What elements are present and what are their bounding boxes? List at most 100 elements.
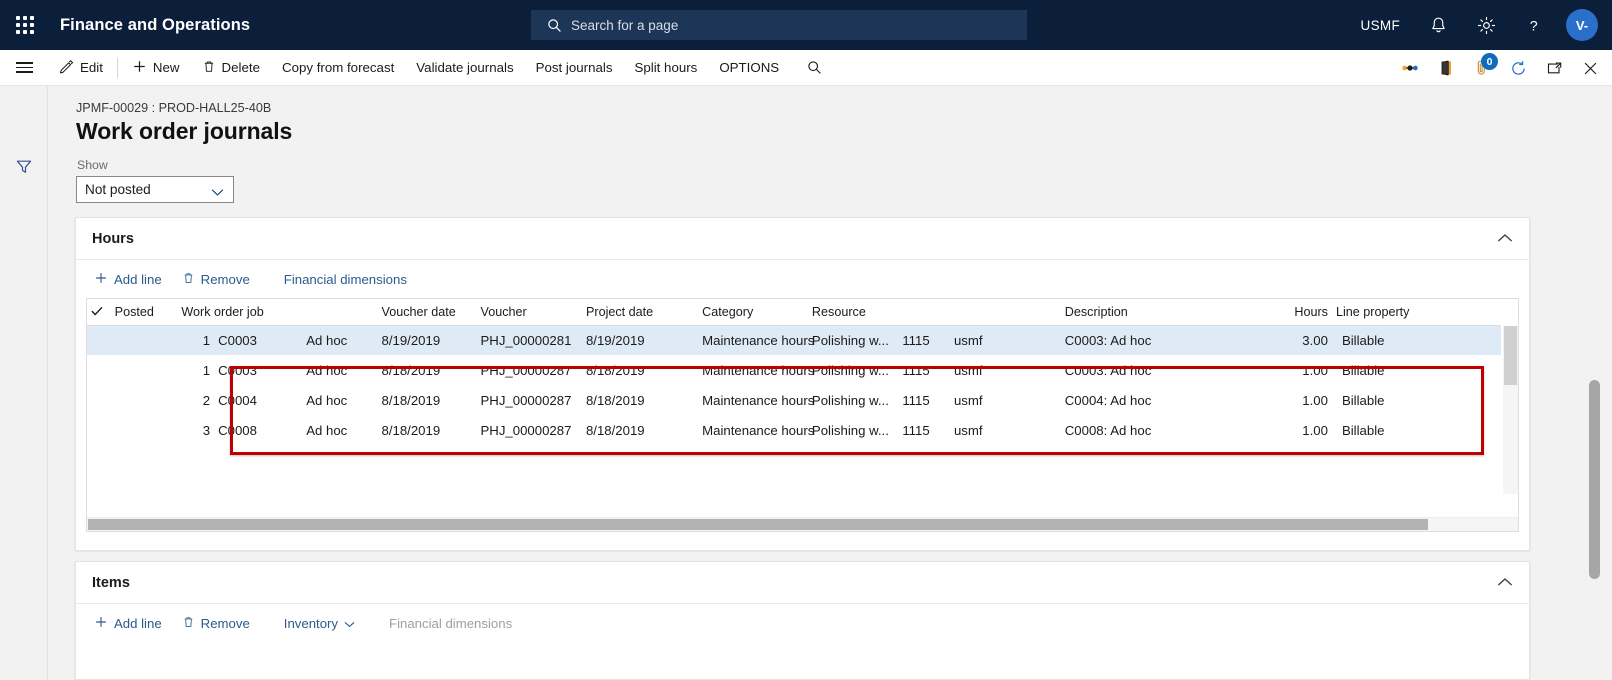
row-1-hours[interactable]: 1.00 [1272,355,1332,385]
row-1-work-order-job[interactable]: C0003 [216,355,302,385]
hours-add-line-button[interactable]: Add line [84,264,172,294]
header-project-date[interactable]: Project date [581,299,699,326]
row-0-category[interactable]: Maintenance hours [698,325,814,355]
header-select-all-check[interactable] [87,299,111,326]
header-work-order-job[interactable]: Work order job [177,299,303,326]
header-voucher[interactable]: Voucher [476,299,582,326]
row-3-voucher-date[interactable]: 8/18/2019 [378,415,477,445]
row-0-project-date[interactable]: 8/19/2019 [581,325,699,355]
header-hours[interactable]: Hours [1271,299,1332,326]
global-search-box[interactable]: Search for a page [531,10,1027,40]
items-add-line-button[interactable]: Add line [84,608,172,638]
row-1-project-date[interactable]: 8/18/2019 [582,355,698,385]
row-3-category[interactable]: Maintenance hours [698,415,814,445]
filter-funnel-icon[interactable] [0,144,48,190]
app-launcher-icon[interactable] [0,0,50,50]
row-2-voucher[interactable]: PHJ_00000287 [477,385,582,415]
post-journals-button[interactable]: Post journals [525,50,624,86]
fasttab-items-header[interactable]: Items [76,562,1529,604]
table-row[interactable]: 1 C0003 Ad hoc 8/18/2019 PHJ_00000287 8/… [87,355,1501,385]
row-0-legal-entity[interactable]: usmf [949,325,1061,355]
hours-financial-dimensions-button[interactable]: Financial dimensions [274,264,417,294]
hamburger-menu-icon[interactable] [0,50,48,86]
row-2-line-property[interactable]: Billable [1332,385,1501,415]
hours-grid-vscroll-thumb[interactable] [1504,326,1517,385]
options-tab-button[interactable]: OPTIONS [708,50,790,86]
company-selector[interactable]: USMF [1347,0,1414,50]
row-3-select[interactable] [87,415,111,445]
row-3-job-type[interactable]: Ad hoc [302,415,377,445]
hours-grid-hscroll-thumb[interactable] [88,519,1428,530]
page-vscroll-thumb[interactable] [1589,380,1600,579]
open-in-office-icon[interactable] [1428,50,1464,86]
bell-icon[interactable] [1414,0,1462,50]
row-2-legal-entity[interactable]: usmf [950,385,1061,415]
row-2-description[interactable]: C0004: Ad hoc [1061,385,1272,415]
table-row[interactable]: 2 C0004 Ad hoc 8/18/2019 PHJ_00000287 8/… [87,385,1501,415]
row-0-voucher-date[interactable]: 8/19/2019 [377,325,477,355]
split-hours-button[interactable]: Split hours [624,50,709,86]
refresh-icon[interactable] [1500,50,1536,86]
row-3-resource-id[interactable]: 1115 [898,415,950,445]
row-0-resource-id[interactable]: 1115 [898,325,950,355]
page-vertical-scrollbar[interactable] [1589,182,1600,680]
user-avatar[interactable]: V- [1566,9,1598,41]
items-inventory-menu-button[interactable]: Inventory [274,608,365,638]
table-row[interactable]: 3 C0008 Ad hoc 8/18/2019 PHJ_00000287 8/… [87,415,1501,445]
row-3-description[interactable]: C0008: Ad hoc [1061,415,1272,445]
gear-icon[interactable] [1462,0,1510,50]
row-2-project-date[interactable]: 8/18/2019 [582,385,698,415]
row-2-hours[interactable]: 1.00 [1272,385,1332,415]
show-filter-select[interactable]: Not posted [76,176,234,203]
row-0-voucher[interactable]: PHJ_00000281 [476,325,582,355]
chevron-up-icon[interactable] [1497,574,1513,592]
hours-remove-button[interactable]: Remove [172,264,260,294]
row-1-voucher[interactable]: PHJ_00000287 [477,355,582,385]
row-1-category[interactable]: Maintenance hours [698,355,814,385]
fasttab-hours-header[interactable]: Hours [76,218,1529,260]
row-2-select[interactable] [87,385,111,415]
header-line-property[interactable]: Line property [1331,299,1501,326]
delete-button[interactable]: Delete [191,50,271,86]
attachments-icon[interactable]: 0 [1464,50,1500,86]
action-pane-search-icon[interactable] [796,50,832,86]
row-1-resource[interactable]: Polishing w... [808,355,898,385]
copy-from-forecast-button[interactable]: Copy from forecast [271,50,405,86]
row-0-job-type[interactable]: Ad hoc [302,325,378,355]
edit-button[interactable]: Edit [48,50,114,86]
header-resource[interactable]: Resource [807,299,899,326]
row-3-legal-entity[interactable]: usmf [950,415,1061,445]
validate-journals-button[interactable]: Validate journals [405,50,524,86]
share-icon[interactable] [1392,50,1428,86]
row-2-category[interactable]: Maintenance hours [698,385,814,415]
row-1-line-property[interactable]: Billable [1332,355,1501,385]
row-2-voucher-date[interactable]: 8/18/2019 [378,385,477,415]
popout-icon[interactable] [1536,50,1572,86]
row-3-work-order-job[interactable]: C0008 [216,415,302,445]
table-row[interactable]: 1 C0003 Ad hoc 8/19/2019 PHJ_00000281 8/… [87,325,1501,355]
hours-grid-vertical-scrollbar[interactable] [1503,326,1518,494]
row-2-work-order-job[interactable]: C0004 [216,385,302,415]
row-0-work-order-job[interactable]: C0003 [216,325,303,355]
row-1-job-type[interactable]: Ad hoc [302,355,377,385]
items-remove-button[interactable]: Remove [172,608,260,638]
row-0-line-property[interactable]: Billable [1331,325,1501,355]
header-description[interactable]: Description [1060,299,1272,326]
row-3-resource[interactable]: Polishing w... [808,415,898,445]
row-3-voucher[interactable]: PHJ_00000287 [477,415,582,445]
row-2-job-type[interactable]: Ad hoc [302,385,377,415]
row-2-resource[interactable]: Polishing w... [808,385,898,415]
header-posted[interactable]: Posted [110,299,178,326]
row-1-legal-entity[interactable]: usmf [950,355,1061,385]
row-3-project-date[interactable]: 8/18/2019 [582,415,698,445]
row-1-description[interactable]: C0003: Ad hoc [1061,355,1272,385]
row-3-hours[interactable]: 1.00 [1272,415,1332,445]
row-2-resource-id[interactable]: 1115 [898,385,950,415]
header-voucher-date[interactable]: Voucher date [377,299,477,326]
row-0-select[interactable] [87,325,111,355]
hours-grid-horizontal-scrollbar[interactable] [87,517,1518,531]
row-0-resource[interactable]: Polishing w... [807,325,899,355]
row-0-hours[interactable]: 3.00 [1271,325,1332,355]
close-icon[interactable] [1572,50,1608,86]
row-1-select[interactable] [87,355,111,385]
